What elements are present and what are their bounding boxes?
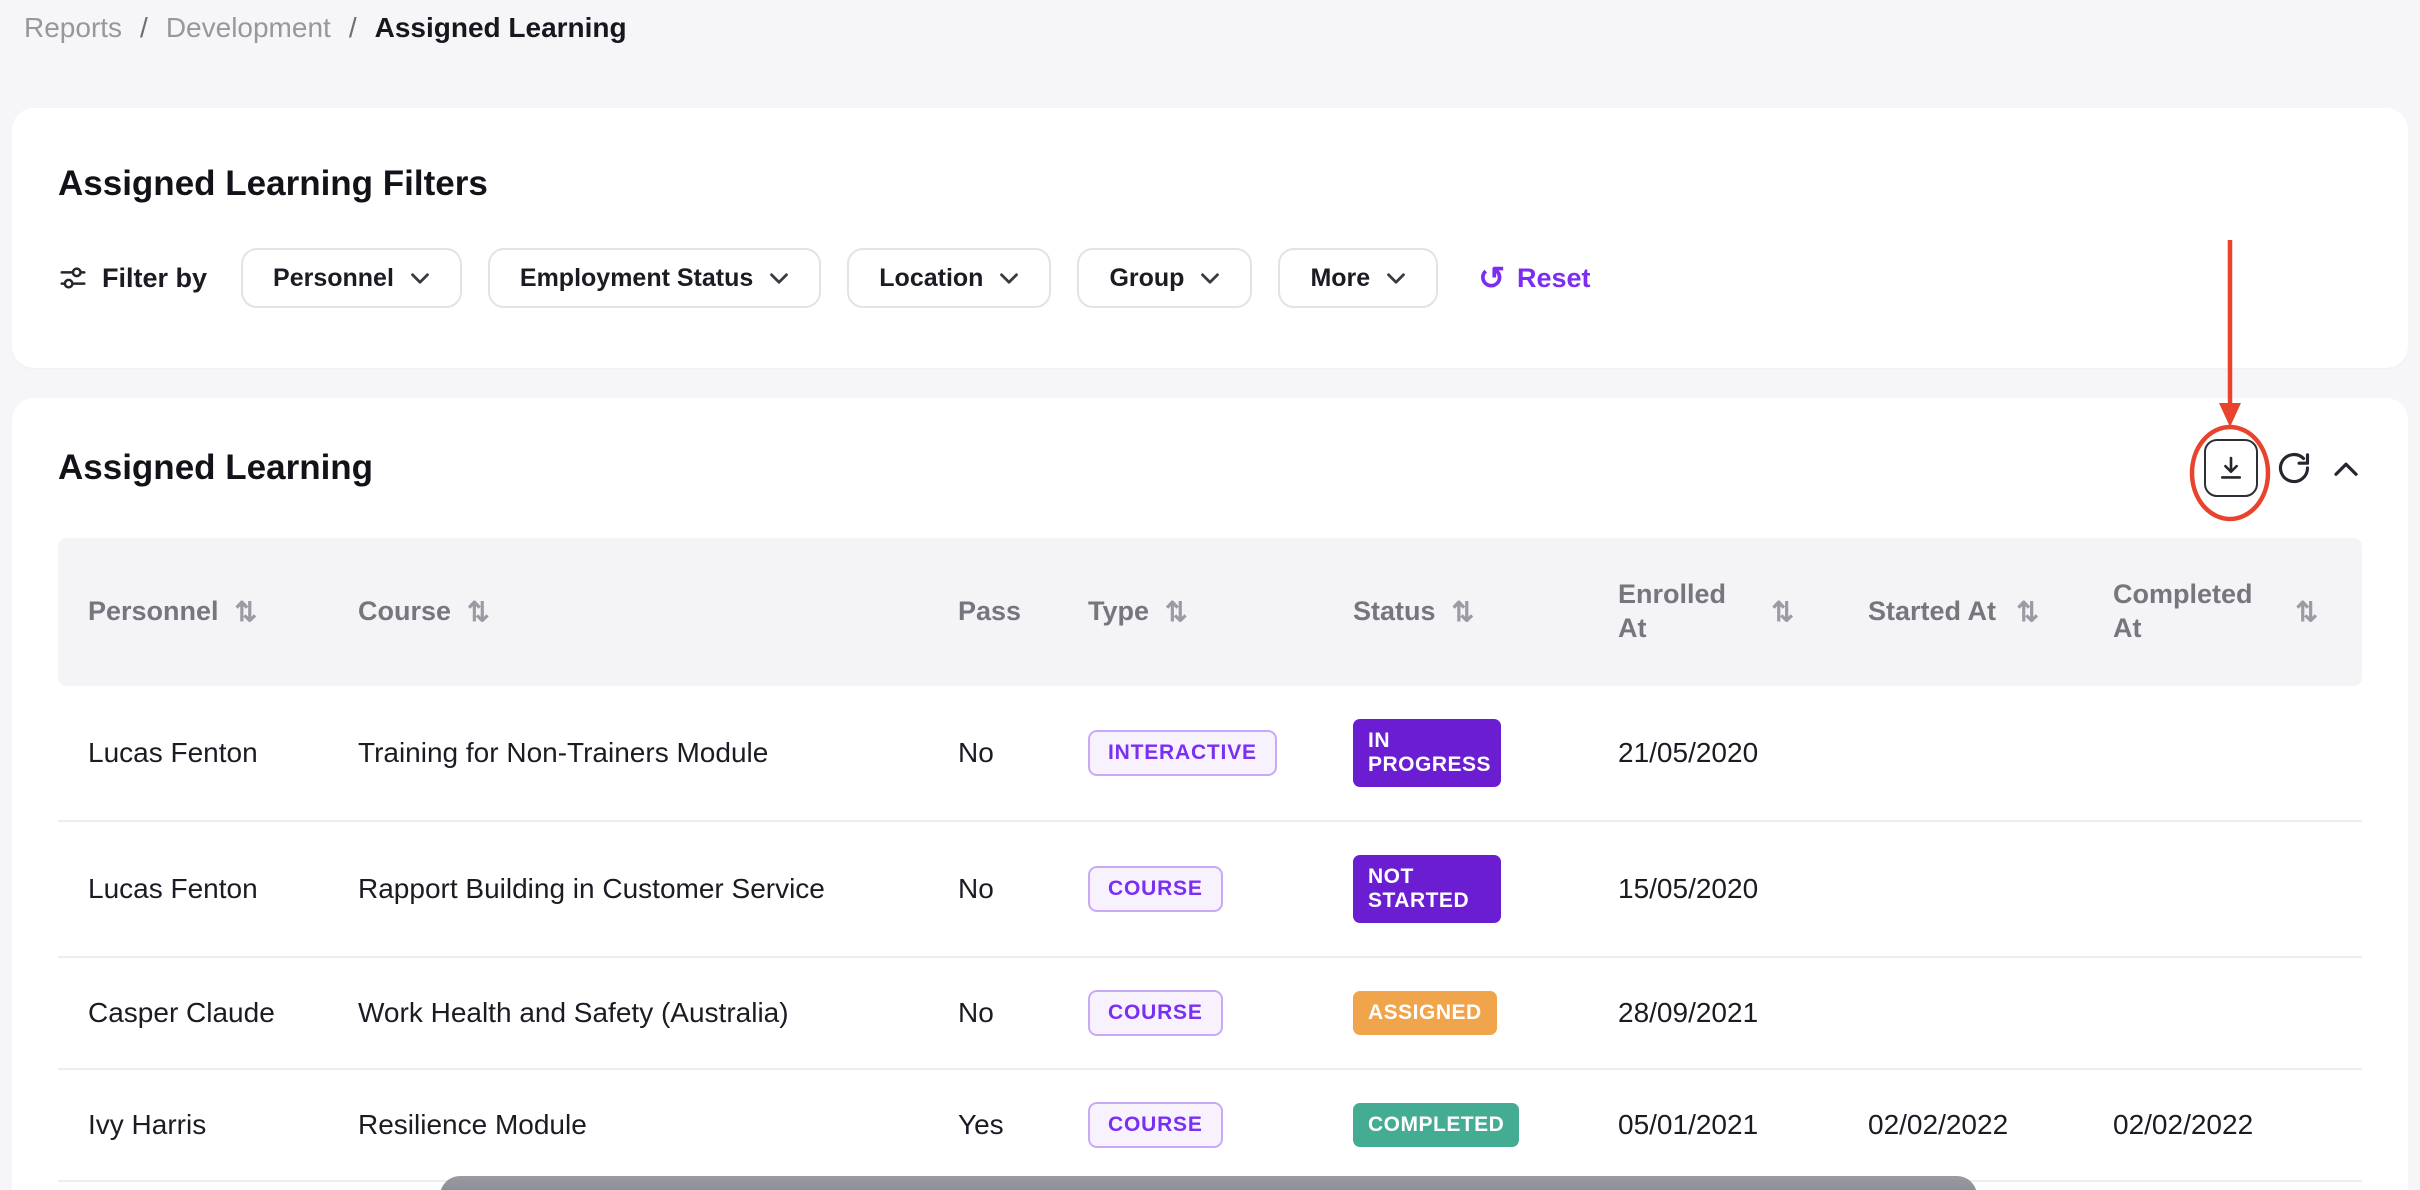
- type-badge: INTERACTIVE: [1088, 730, 1277, 776]
- column-header-completed-at[interactable]: Completed At ⇅: [2083, 578, 2362, 646]
- download-report-button[interactable]: [2204, 439, 2258, 497]
- breadcrumb-item-assigned-learning: Assigned Learning: [375, 12, 627, 44]
- assigned-learning-card: Assigned Learning: [12, 398, 2408, 1190]
- group-filter-dropdown[interactable]: Group: [1077, 248, 1252, 308]
- column-header-type[interactable]: Type ⇅: [1058, 595, 1323, 629]
- assigned-learning-header: Assigned Learning: [58, 398, 2362, 538]
- column-label: Completed At: [2113, 578, 2273, 646]
- column-header-course[interactable]: Course ⇅: [328, 595, 928, 629]
- breadcrumb-item-development[interactable]: Development: [166, 12, 331, 44]
- dropdown-label: Location: [879, 264, 983, 293]
- cell-started-at: 02/02/2022: [1838, 1109, 2083, 1141]
- location-filter-dropdown[interactable]: Location: [847, 248, 1051, 308]
- more-filter-dropdown[interactable]: More: [1278, 248, 1438, 308]
- status-badge: ASSIGNED: [1353, 991, 1497, 1035]
- cell-course: Rapport Building in Customer Service: [328, 873, 928, 905]
- table-row[interactable]: Casper Claude Work Health and Safety (Au…: [58, 958, 2362, 1070]
- status-badge: IN PROGRESS: [1353, 719, 1501, 787]
- cell-course: Training for Non-Trainers Module: [328, 737, 928, 769]
- cell-personnel: Ivy Harris: [58, 1109, 328, 1141]
- column-label: Pass: [958, 595, 1021, 629]
- cell-pass: No: [928, 737, 1058, 769]
- chevron-up-icon: [2330, 458, 2362, 478]
- cell-pass: No: [928, 873, 1058, 905]
- cell-pass: No: [928, 997, 1058, 1029]
- chevron-down-icon: [769, 272, 789, 285]
- filter-sliders-icon: [58, 263, 88, 293]
- dock-hint: [440, 1176, 1977, 1190]
- filters-card: Assigned Learning Filters Filter by Pers…: [12, 108, 2408, 368]
- dropdown-label: More: [1310, 264, 1370, 293]
- cell-enrolled-at: 21/05/2020: [1588, 737, 1838, 769]
- dropdown-label: Group: [1109, 264, 1184, 293]
- breadcrumb: Reports / Development / Assigned Learnin…: [24, 12, 627, 44]
- cell-enrolled-at: 28/09/2021: [1588, 997, 1838, 1029]
- sort-icon[interactable]: ⇅: [2016, 597, 2037, 628]
- status-badge: COMPLETED: [1353, 1103, 1519, 1147]
- sort-icon[interactable]: ⇅: [1165, 597, 1186, 628]
- download-icon: [2216, 453, 2246, 483]
- type-badge: COURSE: [1088, 1102, 1223, 1148]
- collapse-panel-button[interactable]: [2330, 458, 2362, 478]
- sort-icon[interactable]: ⇅: [2295, 597, 2316, 628]
- table-toolbar: [2204, 439, 2362, 497]
- cell-enrolled-at: 15/05/2020: [1588, 873, 1838, 905]
- refresh-icon: [2276, 450, 2312, 486]
- sort-icon[interactable]: ⇅: [1452, 597, 1473, 628]
- column-label: Personnel: [88, 595, 219, 629]
- chevron-down-icon: [410, 272, 430, 285]
- employment-status-filter-dropdown[interactable]: Employment Status: [488, 248, 821, 308]
- reset-filters-button[interactable]: ↺ Reset: [1478, 262, 1590, 294]
- cell-course: Resilience Module: [328, 1109, 928, 1141]
- cell-pass: Yes: [928, 1109, 1058, 1141]
- breadcrumb-item-reports[interactable]: Reports: [24, 12, 122, 44]
- table-row[interactable]: Lucas Fenton Training for Non-Trainers M…: [58, 686, 2362, 822]
- column-label: Started At: [1868, 595, 1996, 629]
- dropdown-label: Employment Status: [520, 264, 753, 293]
- assigned-learning-title: Assigned Learning: [58, 448, 373, 488]
- type-badge: COURSE: [1088, 866, 1223, 912]
- column-label: Course: [358, 595, 451, 629]
- column-header-enrolled-at[interactable]: Enrolled At ⇅: [1588, 578, 1838, 646]
- sort-icon[interactable]: ⇅: [1771, 597, 1792, 628]
- filters-card-title: Assigned Learning Filters: [58, 164, 2362, 204]
- dropdown-label: Personnel: [273, 264, 394, 293]
- column-header-personnel[interactable]: Personnel ⇅: [58, 595, 328, 629]
- type-badge: COURSE: [1088, 990, 1223, 1036]
- cell-completed-at: 02/02/2022: [2083, 1109, 2362, 1141]
- sort-icon[interactable]: ⇅: [467, 597, 488, 628]
- cell-personnel: Lucas Fenton: [58, 737, 328, 769]
- reset-icon: ↺: [1478, 262, 1505, 294]
- table-row[interactable]: Ivy Harris Resilience Module Yes COURSE …: [58, 1070, 2362, 1182]
- filter-row: Filter by Personnel Employment Status Lo…: [58, 248, 2362, 308]
- chevron-down-icon: [999, 272, 1019, 285]
- status-badge: NOT STARTED: [1353, 855, 1501, 923]
- column-header-started-at[interactable]: Started At ⇅: [1838, 595, 2083, 629]
- reset-label: Reset: [1517, 263, 1591, 294]
- breadcrumb-separator: /: [140, 12, 148, 44]
- column-label: Status: [1353, 595, 1436, 629]
- filter-by-label: Filter by: [58, 263, 207, 294]
- page: Reports / Development / Assigned Learnin…: [0, 0, 2420, 1190]
- table-header-row: Personnel ⇅ Course ⇅ Pass Type ⇅ Status …: [58, 538, 2362, 686]
- sort-icon[interactable]: ⇅: [235, 597, 256, 628]
- cell-enrolled-at: 05/01/2021: [1588, 1109, 1838, 1141]
- cell-personnel: Casper Claude: [58, 997, 328, 1029]
- filter-by-text: Filter by: [102, 263, 207, 294]
- table-row[interactable]: Lucas Fenton Rapport Building in Custome…: [58, 822, 2362, 958]
- personnel-filter-dropdown[interactable]: Personnel: [241, 248, 462, 308]
- chevron-down-icon: [1386, 272, 1406, 285]
- breadcrumb-separator: /: [349, 12, 357, 44]
- cell-personnel: Lucas Fenton: [58, 873, 328, 905]
- refresh-report-button[interactable]: [2276, 450, 2312, 486]
- column-header-status[interactable]: Status ⇅: [1323, 595, 1588, 629]
- cell-course: Work Health and Safety (Australia): [328, 997, 928, 1029]
- column-label: Enrolled At: [1618, 578, 1755, 646]
- column-header-pass: Pass: [928, 595, 1058, 629]
- column-label: Type: [1088, 595, 1149, 629]
- chevron-down-icon: [1200, 272, 1220, 285]
